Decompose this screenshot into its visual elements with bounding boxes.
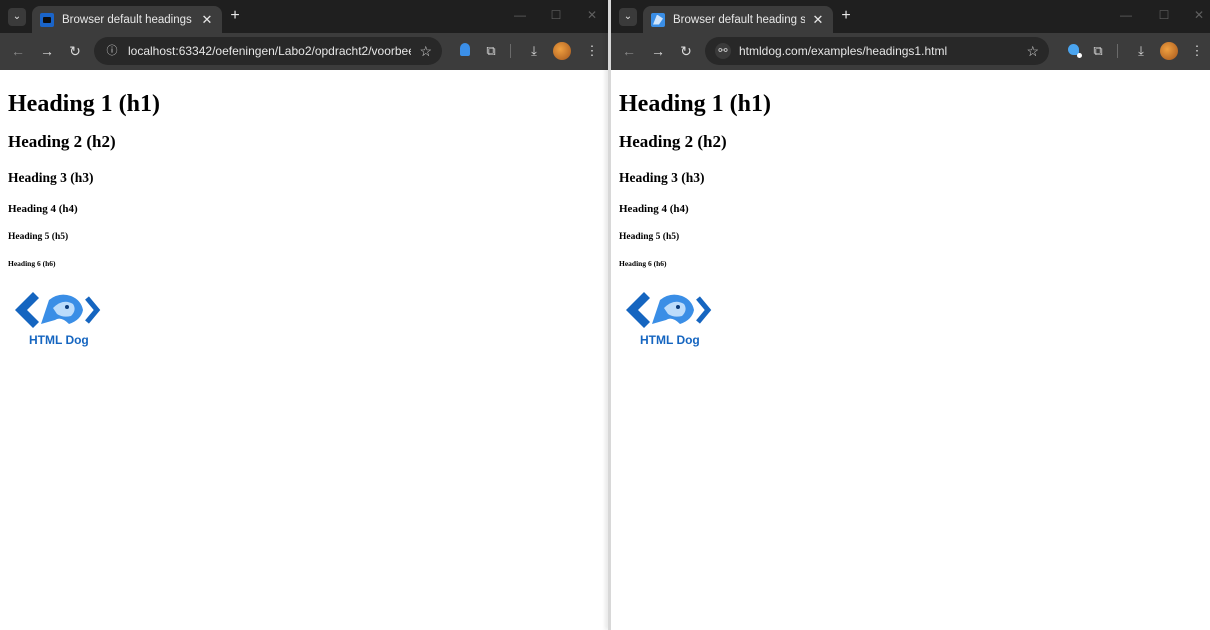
heading-4: Heading 4 (h4)	[8, 203, 78, 215]
profile-avatar[interactable]	[1160, 42, 1178, 60]
download-icon[interactable]: ⤓	[526, 43, 542, 59]
window-close-button[interactable]: ✕	[584, 8, 600, 22]
logo-bracket-left-icon	[15, 292, 39, 328]
html-dog-logo[interactable]: HTML Dog	[622, 286, 714, 350]
title-bar: ⌄ Browser default heading styles ✕ + — ☐…	[611, 0, 1210, 33]
bookmark-star-icon[interactable]: ☆	[1026, 43, 1039, 60]
maximize-button[interactable]: ☐	[548, 8, 564, 22]
logo-bracket-right-icon	[85, 296, 101, 324]
toolbar-separator	[510, 44, 511, 58]
heading-2: Heading 2 (h2)	[8, 132, 116, 151]
webstorm-favicon-icon	[40, 12, 54, 27]
logo-bracket-left-icon	[626, 292, 650, 328]
heading-4: Heading 4 (h4)	[619, 203, 689, 215]
heading-3: Heading 3 (h3)	[8, 170, 94, 185]
new-tab-button[interactable]: +	[837, 7, 855, 25]
new-tab-button[interactable]: +	[226, 7, 244, 25]
reload-button[interactable]: ↻	[66, 42, 84, 60]
htmldog-favicon-icon	[651, 12, 665, 27]
site-settings-icon[interactable]: ⚯	[715, 43, 731, 59]
heading-2: Heading 2 (h2)	[619, 132, 727, 151]
heading-3: Heading 3 (h3)	[619, 170, 705, 185]
address-bar[interactable]: ⚯ htmldog.com/examples/headings1.html ☆	[705, 37, 1049, 65]
reload-button[interactable]: ↻	[677, 42, 695, 60]
heading-1: Heading 1 (h1)	[619, 91, 772, 117]
active-tab[interactable]: Browser default heading styles ✕	[643, 6, 833, 33]
tab-search-button[interactable]: ⌄	[8, 8, 26, 26]
heading-6: Heading 6 (h6)	[619, 259, 667, 268]
tab-close-icon[interactable]: ✕	[811, 12, 825, 28]
html-dog-logo[interactable]: HTML Dog	[11, 286, 103, 350]
minimize-button[interactable]: —	[512, 8, 528, 22]
heading-1: Heading 1 (h1)	[8, 91, 161, 117]
toolbar: ← → ↻ ⚯ htmldog.com/examples/headings1.h…	[611, 33, 1210, 70]
url-text[interactable]: localhost:63342/oefeningen/Labo2/opdrach…	[128, 44, 411, 58]
back-button[interactable]: ←	[620, 42, 638, 60]
logo-text: HTML Dog	[29, 333, 89, 347]
bookmark-star-icon[interactable]: ☆	[419, 43, 432, 60]
tab-close-icon[interactable]: ✕	[200, 12, 214, 28]
download-icon[interactable]: ⤓	[1133, 43, 1149, 59]
tab-title: Browser default headings styles	[62, 13, 194, 26]
heading-5: Heading 5 (h5)	[8, 232, 69, 242]
extension-icon[interactable]	[1065, 43, 1082, 59]
page-content: Heading 1 (h1) Heading 2 (h2) Heading 3 …	[0, 70, 608, 365]
url-text[interactable]: htmldog.com/examples/headings1.html	[739, 44, 1018, 58]
extension-icon[interactable]	[457, 43, 473, 59]
tab-search-button[interactable]: ⌄	[619, 8, 637, 26]
tab-title: Browser default heading styles	[673, 13, 805, 26]
menu-icon[interactable]: ⋮	[1189, 43, 1205, 59]
forward-button[interactable]: →	[649, 42, 667, 60]
minimize-button[interactable]: —	[1118, 8, 1134, 22]
profile-avatar[interactable]	[553, 42, 571, 60]
active-tab[interactable]: Browser default headings styles ✕	[32, 6, 222, 33]
heading-5: Heading 5 (h5)	[619, 232, 680, 242]
browser-window-right: ⌄ Browser default heading styles ✕ + — ☐…	[611, 0, 1210, 630]
forward-button[interactable]: →	[38, 42, 56, 60]
info-icon[interactable]: ⓘ	[104, 43, 120, 59]
heading-6: Heading 6 (h6)	[8, 259, 56, 268]
extensions-puzzle-icon[interactable]: ⧉	[483, 43, 499, 59]
window-close-button[interactable]: ✕	[1191, 8, 1207, 22]
menu-icon[interactable]: ⋮	[584, 43, 600, 59]
toolbar: ← → ↻ ⓘ localhost:63342/oefeningen/Labo2…	[0, 33, 608, 70]
address-bar[interactable]: ⓘ localhost:63342/oefeningen/Labo2/opdra…	[94, 37, 442, 65]
extensions-puzzle-icon[interactable]: ⧉	[1090, 43, 1106, 59]
logo-bracket-right-icon	[696, 296, 712, 324]
title-bar: ⌄ Browser default headings styles ✕ + — …	[0, 0, 608, 33]
browser-window-left: ⌄ Browser default headings styles ✕ + — …	[0, 0, 608, 630]
back-button[interactable]: ←	[9, 42, 27, 60]
maximize-button[interactable]: ☐	[1156, 8, 1172, 22]
toolbar-separator	[1117, 44, 1118, 58]
logo-text: HTML Dog	[640, 333, 700, 347]
page-content: Heading 1 (h1) Heading 2 (h2) Heading 3 …	[611, 70, 1210, 365]
